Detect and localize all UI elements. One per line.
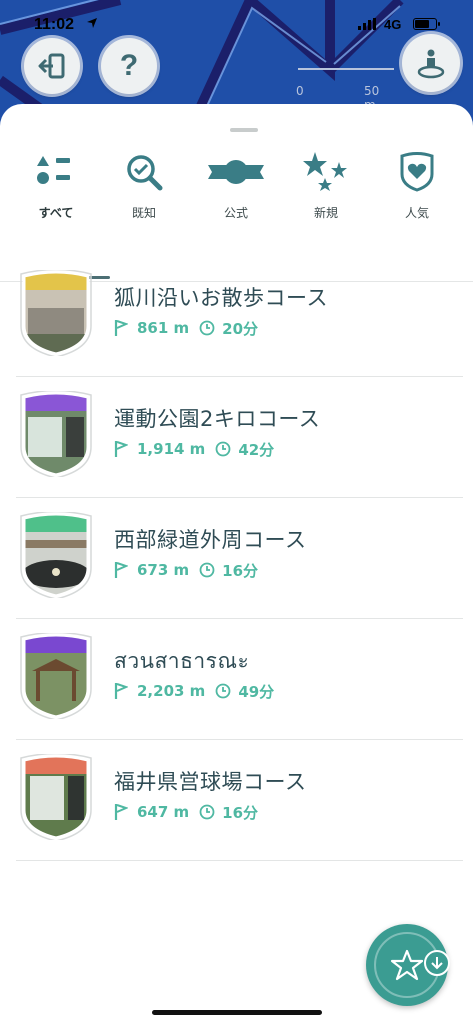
route-duration: 49分: [238, 682, 275, 701]
flag-icon: [114, 804, 128, 820]
battery-icon: [413, 18, 440, 30]
download-badge: [424, 950, 450, 976]
route-shield-thumbnail: [20, 270, 92, 356]
tab-known[interactable]: 既知: [104, 150, 184, 236]
route-item[interactable]: 運動公園2キロコース 1,914 m 42分: [0, 391, 473, 512]
route-meta: 2,203 m 49分: [114, 681, 274, 701]
route-name: 西部緑道外周コース: [114, 528, 307, 552]
row-divider: [16, 860, 463, 861]
route-distance: 2,203 m: [137, 682, 206, 700]
route-name: สวนสาธารณะ: [114, 649, 250, 673]
filter-tabs: すべて 既知 公式 新規 人気: [0, 150, 473, 282]
tab-label: 新規: [313, 206, 338, 220]
route-duration: 16分: [222, 561, 259, 580]
route-meta: 647 m 16分: [114, 802, 258, 822]
tab-all[interactable]: すべて: [16, 150, 96, 236]
flag-icon: [114, 562, 128, 578]
sheet-grabber[interactable]: [230, 128, 258, 132]
clock-icon: [199, 320, 215, 336]
route-distance: 1,914 m: [137, 440, 206, 458]
row-divider: [16, 376, 463, 377]
flag-icon: [114, 441, 128, 457]
route-name: 狐川沿いお散歩コース: [114, 286, 328, 310]
clock-icon: [199, 562, 215, 578]
route-list: 狐川沿いお散歩コース 861 m 20分 運動公園2キロコース 1,914 m …: [0, 270, 473, 875]
status-bar: 11:02 4G: [0, 0, 473, 44]
route-meta: 673 m 16分: [114, 560, 258, 580]
tab-label: すべて: [38, 206, 74, 220]
home-indicator[interactable]: [152, 1010, 322, 1015]
tab-label: 人気: [404, 206, 429, 220]
network-type: 4G: [384, 17, 402, 32]
clock-icon: [215, 441, 231, 457]
signal-bars-icon: [358, 18, 376, 30]
tab-new[interactable]: 新規: [286, 150, 366, 236]
flag-icon: [114, 320, 128, 336]
row-divider: [16, 739, 463, 740]
new-stars-icon: [303, 152, 347, 191]
route-shield-thumbnail: [20, 633, 92, 719]
clock-icon: [215, 683, 231, 699]
route-item[interactable]: สวนสาธารณะ 2,203 m 49分: [0, 633, 473, 754]
route-item[interactable]: 福井県営球場コース 647 m 16分: [0, 754, 473, 875]
row-divider: [16, 497, 463, 498]
star-icon: [391, 949, 423, 981]
trainer-icon: [417, 49, 445, 79]
route-duration: 16分: [222, 803, 259, 822]
heart-shield-icon: [400, 152, 434, 192]
download-arrow-icon: [431, 957, 443, 970]
route-duration: 20分: [222, 319, 259, 338]
row-divider: [16, 618, 463, 619]
tab-popular[interactable]: 人気: [377, 150, 457, 236]
official-banner-icon: [208, 160, 264, 184]
route-shield-thumbnail: [20, 512, 92, 598]
exit-door-icon: [38, 53, 65, 79]
scale-start: 0: [296, 84, 304, 98]
new-route-button[interactable]: [366, 924, 450, 1006]
route-item[interactable]: 狐川沿いお散歩コース 861 m 20分: [0, 270, 473, 391]
clock-icon: [199, 804, 215, 820]
exit-button[interactable]: [24, 38, 80, 94]
tab-label: 公式: [223, 206, 248, 220]
status-time: 11:02: [34, 16, 75, 33]
help-button[interactable]: ?: [101, 38, 157, 94]
route-name: 運動公園2キロコース: [114, 407, 321, 431]
tab-label: 既知: [131, 206, 156, 220]
magnifier-check-icon: [127, 155, 163, 191]
route-duration: 42分: [238, 440, 275, 459]
route-item[interactable]: 西部緑道外周コース 673 m 16分: [0, 512, 473, 633]
help-label: ?: [119, 49, 139, 82]
route-distance: 861 m: [137, 319, 190, 337]
all-categories-icon: [37, 156, 70, 184]
route-distance: 647 m: [137, 803, 190, 821]
route-shield-thumbnail: [20, 391, 92, 477]
trainer-button[interactable]: [402, 34, 460, 92]
route-name: 福井県営球場コース: [114, 770, 307, 794]
tab-official[interactable]: 公式: [196, 150, 276, 236]
route-shield-thumbnail: [20, 754, 92, 840]
route-distance: 673 m: [137, 561, 190, 579]
routes-sheet: すべて 既知 公式 新規 人気 狐川沿いお散歩コース 861 m 20分 運動公…: [0, 104, 473, 1024]
flag-icon: [114, 683, 128, 699]
route-meta: 861 m 20分: [114, 318, 258, 338]
route-meta: 1,914 m 42分: [114, 439, 274, 459]
location-arrow-icon: [87, 18, 97, 28]
